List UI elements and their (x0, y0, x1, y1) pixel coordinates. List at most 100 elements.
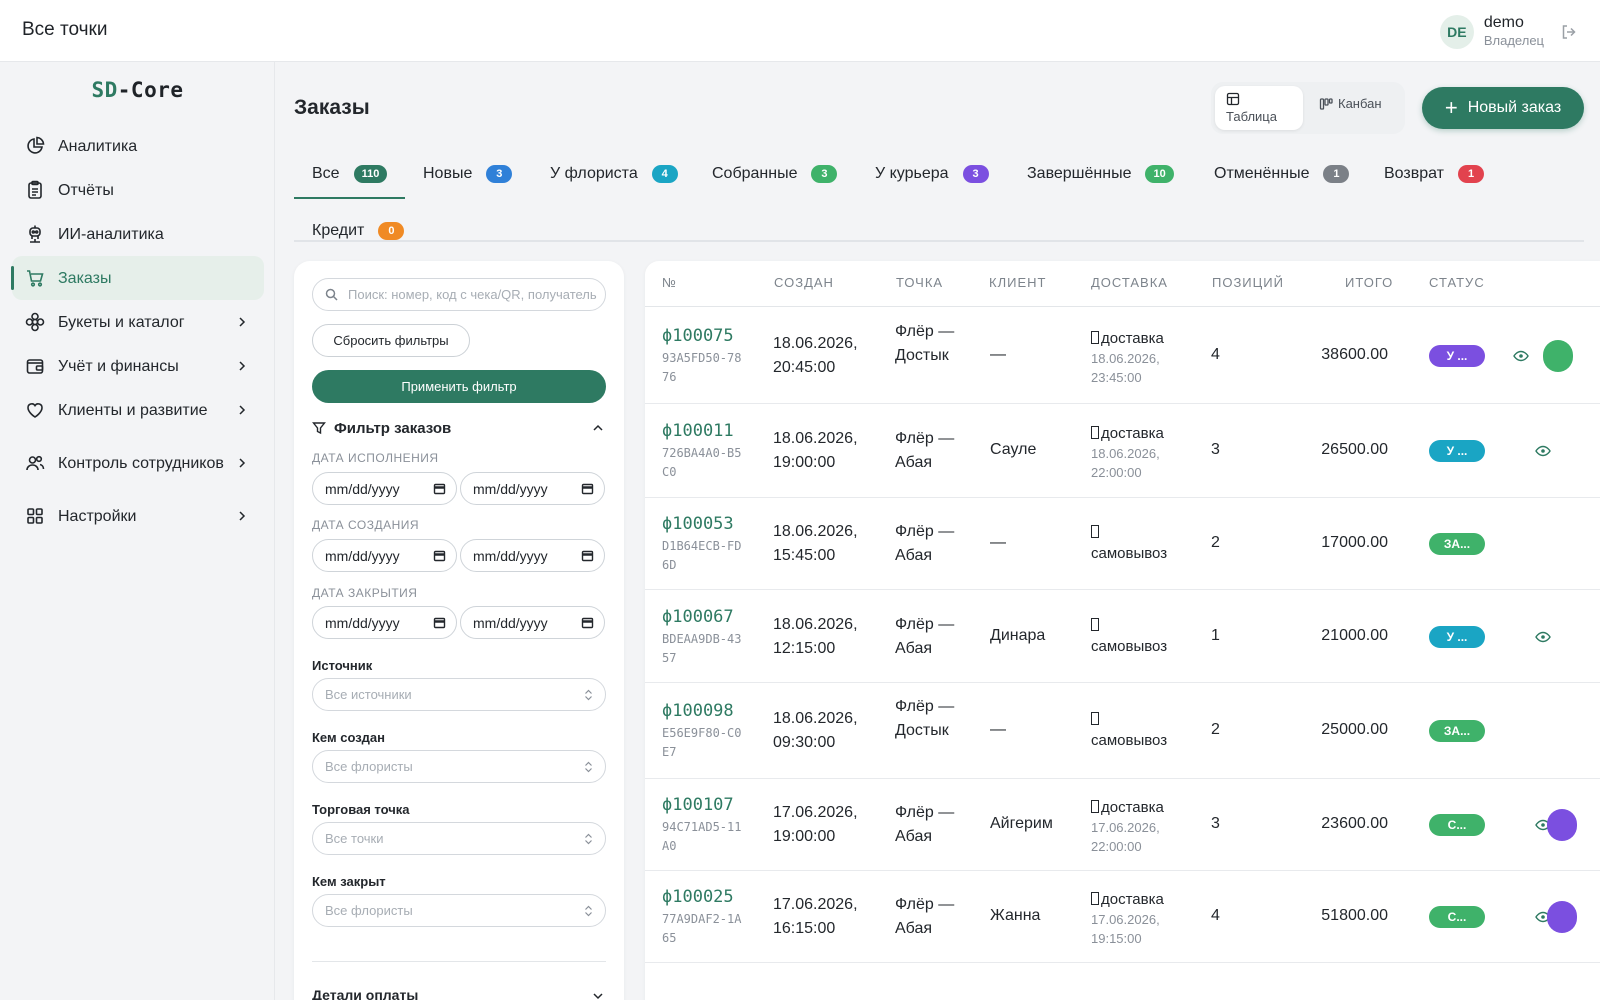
tab-label: Возврат (1384, 165, 1444, 182)
date-created-to[interactable]: mm/dd/yyyy (460, 539, 605, 572)
order-number-link[interactable]: ϕ100067 (662, 607, 742, 627)
date-exec-to[interactable]: mm/dd/yyyy (460, 472, 605, 505)
delivery-cell: доставка 17.06.2026, 19:15:00 (1091, 889, 1191, 948)
grid-icon (27, 508, 43, 524)
search-icon (325, 288, 338, 301)
tab-1[interactable]: Новые 3 (405, 154, 530, 194)
status-badge[interactable]: У ... (1429, 344, 1485, 367)
sidebar-item-orders[interactable]: Заказы (11, 256, 264, 300)
table-row[interactable]: ϕ100075 93A5FD50-7876 18.06.2026, 20:45:00… (645, 307, 1600, 404)
sidebar-item-reports[interactable]: Отчёты (12, 168, 264, 212)
table-row[interactable]: ϕ100011 726BA4A0-B5C0 18.06.2026, 19:00:00… (645, 404, 1600, 498)
delivery-icon (1091, 426, 1099, 439)
chevron-up-icon (593, 424, 603, 431)
status-badge[interactable]: С... (1429, 906, 1485, 928)
date-created-from[interactable]: mm/dd/yyyy (312, 539, 457, 572)
col-total[interactable]: ИТОГО (1345, 275, 1393, 290)
col-point[interactable]: ТОЧКА (896, 275, 943, 290)
point-select[interactable]: Все точки (312, 822, 606, 855)
tab-5[interactable]: Завершённые 10 (1009, 154, 1192, 194)
status-badge[interactable]: С... (1429, 814, 1485, 836)
creator-select[interactable]: Все флористы (312, 750, 606, 783)
sidebar-item-bouquets[interactable]: Букеты и каталог (12, 300, 264, 344)
order-code: BDEAA9DB-4357 (662, 631, 742, 665)
tab-3[interactable]: Собранные 3 (694, 154, 855, 194)
row-action-button[interactable] (1547, 901, 1577, 933)
delivery-type-label: самовывоз (1091, 732, 1168, 749)
view-kanban-button[interactable]: Канбан (1315, 86, 1401, 130)
table-row[interactable]: ϕ100067 BDEAA9DB-4357 18.06.2026, 12:15:00… (645, 590, 1600, 683)
avatar[interactable]: DE (1439, 15, 1474, 49)
col-client[interactable]: КЛИЕНТ (989, 275, 1046, 290)
order-number-link[interactable]: ϕ100025 (662, 887, 742, 907)
client-cell: Сауле (990, 441, 1037, 458)
tab-0[interactable]: Все 110 (294, 154, 406, 199)
date-closed-to[interactable]: mm/dd/yyyy (460, 606, 605, 639)
status-badge[interactable]: У ... (1429, 625, 1485, 648)
view-eye-icon[interactable] (1535, 445, 1551, 457)
sidebar: SD-Core Аналитика Отчёты ИИ-аналитика За… (0, 62, 275, 1000)
tab-6[interactable]: Отменённые 1 (1196, 154, 1367, 194)
location-selector[interactable]: Все точки (22, 19, 107, 41)
table-row[interactable]: ϕ100053 D1B64ECB-FD6D 18.06.2026, 15:45:00… (645, 498, 1600, 590)
chevron-right-icon (239, 317, 246, 327)
new-order-button[interactable]: + Новый заказ (1422, 87, 1584, 129)
apply-filter-button[interactable]: Применить фильтр (312, 370, 606, 403)
col-delivery[interactable]: ДОСТАВКА (1091, 275, 1168, 290)
status-badge[interactable]: У ... (1429, 440, 1485, 462)
sidebar-item-ai-analytics[interactable]: ИИ-аналитика (12, 212, 264, 256)
reset-filters-button[interactable]: Сбросить фильтры (312, 324, 470, 357)
user-menu[interactable]: DE demo Владелец (1439, 12, 1578, 52)
tab-8[interactable]: Кредит 0 (294, 211, 422, 251)
status-tabs: Все 110 Новые 3 У флориста 4 Собранные 3 У курье… (294, 150, 1584, 242)
tab-label: Все (312, 165, 340, 182)
delivery-type: доставка (1091, 797, 1191, 818)
order-number-link[interactable]: ϕ100098 (662, 701, 742, 721)
logout-icon[interactable] (1560, 23, 1578, 41)
sidebar-nav: Аналитика Отчёты ИИ-аналитика Заказы Бук… (11, 124, 264, 538)
status-badge[interactable]: ЗА... (1429, 720, 1485, 742)
row-action-button[interactable] (1543, 339, 1573, 372)
search-field[interactable] (312, 278, 606, 311)
chevron-right-icon (239, 458, 246, 468)
sidebar-item-label: Заказы (58, 269, 112, 287)
sidebar-item-finance[interactable]: Учёт и финансы (12, 344, 264, 388)
filter-section-header[interactable]: Фильтр заказов (312, 418, 606, 438)
table-row[interactable]: ϕ100098 E56E9F80-C0E7 18.06.2026, 09:30:00… (645, 683, 1600, 779)
date-exec-from[interactable]: mm/dd/yyyy (312, 472, 457, 505)
sidebar-item-clients[interactable]: Клиенты и развитие (12, 388, 264, 432)
search-input[interactable] (348, 287, 598, 302)
order-number-link[interactable]: ϕ100053 (662, 514, 742, 534)
col-num[interactable]: № (662, 275, 677, 290)
col-created[interactable]: СОЗДАН (774, 275, 834, 290)
status-badge[interactable]: ЗА... (1429, 533, 1485, 555)
closer-select[interactable]: Все флористы (312, 894, 606, 927)
col-status[interactable]: СТАТУС (1429, 275, 1485, 290)
payment-details-header[interactable]: Детали оплаты (312, 987, 606, 1000)
tab-count-badge: 3 (486, 165, 513, 183)
sidebar-item-staff[interactable]: Контроль сотрудников (12, 432, 264, 494)
qty-cell: 2 (1211, 534, 1220, 551)
sidebar-item-analytics[interactable]: Аналитика (12, 124, 264, 168)
order-number-link[interactable]: ϕ100107 (662, 795, 742, 815)
source-select[interactable]: Все источники (312, 678, 606, 711)
date-closed-from[interactable]: mm/dd/yyyy (312, 606, 457, 639)
brand-logo[interactable]: SD-Core (0, 78, 275, 102)
calendar-icon (581, 483, 594, 495)
tab-4[interactable]: У курьера 3 (857, 154, 1007, 194)
order-number-link[interactable]: ϕ100075 (662, 326, 742, 346)
table-row[interactable]: ϕ100107 94C71AD5-11A0 17.06.2026, 19:00:00… (645, 779, 1600, 871)
tab-7[interactable]: Возврат 1 (1366, 154, 1502, 194)
user-name: demo (1483, 14, 1524, 31)
client-cell: Динара (990, 626, 1046, 644)
sidebar-item-settings[interactable]: Настройки (12, 494, 264, 538)
order-number-link[interactable]: ϕ100011 (662, 421, 742, 441)
view-eye-icon[interactable] (1513, 350, 1529, 362)
table-row[interactable]: ϕ100025 77A9DAF2-1A65 17.06.2026, 16:15:00… (645, 871, 1600, 963)
view-table-button[interactable]: Таблица (1215, 86, 1303, 130)
tab-2[interactable]: У флориста 4 (532, 154, 696, 194)
row-action-button[interactable] (1547, 809, 1577, 841)
view-eye-icon[interactable] (1535, 631, 1551, 643)
col-qty[interactable]: ПОЗИЦИЙ (1212, 275, 1284, 290)
tab-label: Собранные (712, 165, 798, 182)
